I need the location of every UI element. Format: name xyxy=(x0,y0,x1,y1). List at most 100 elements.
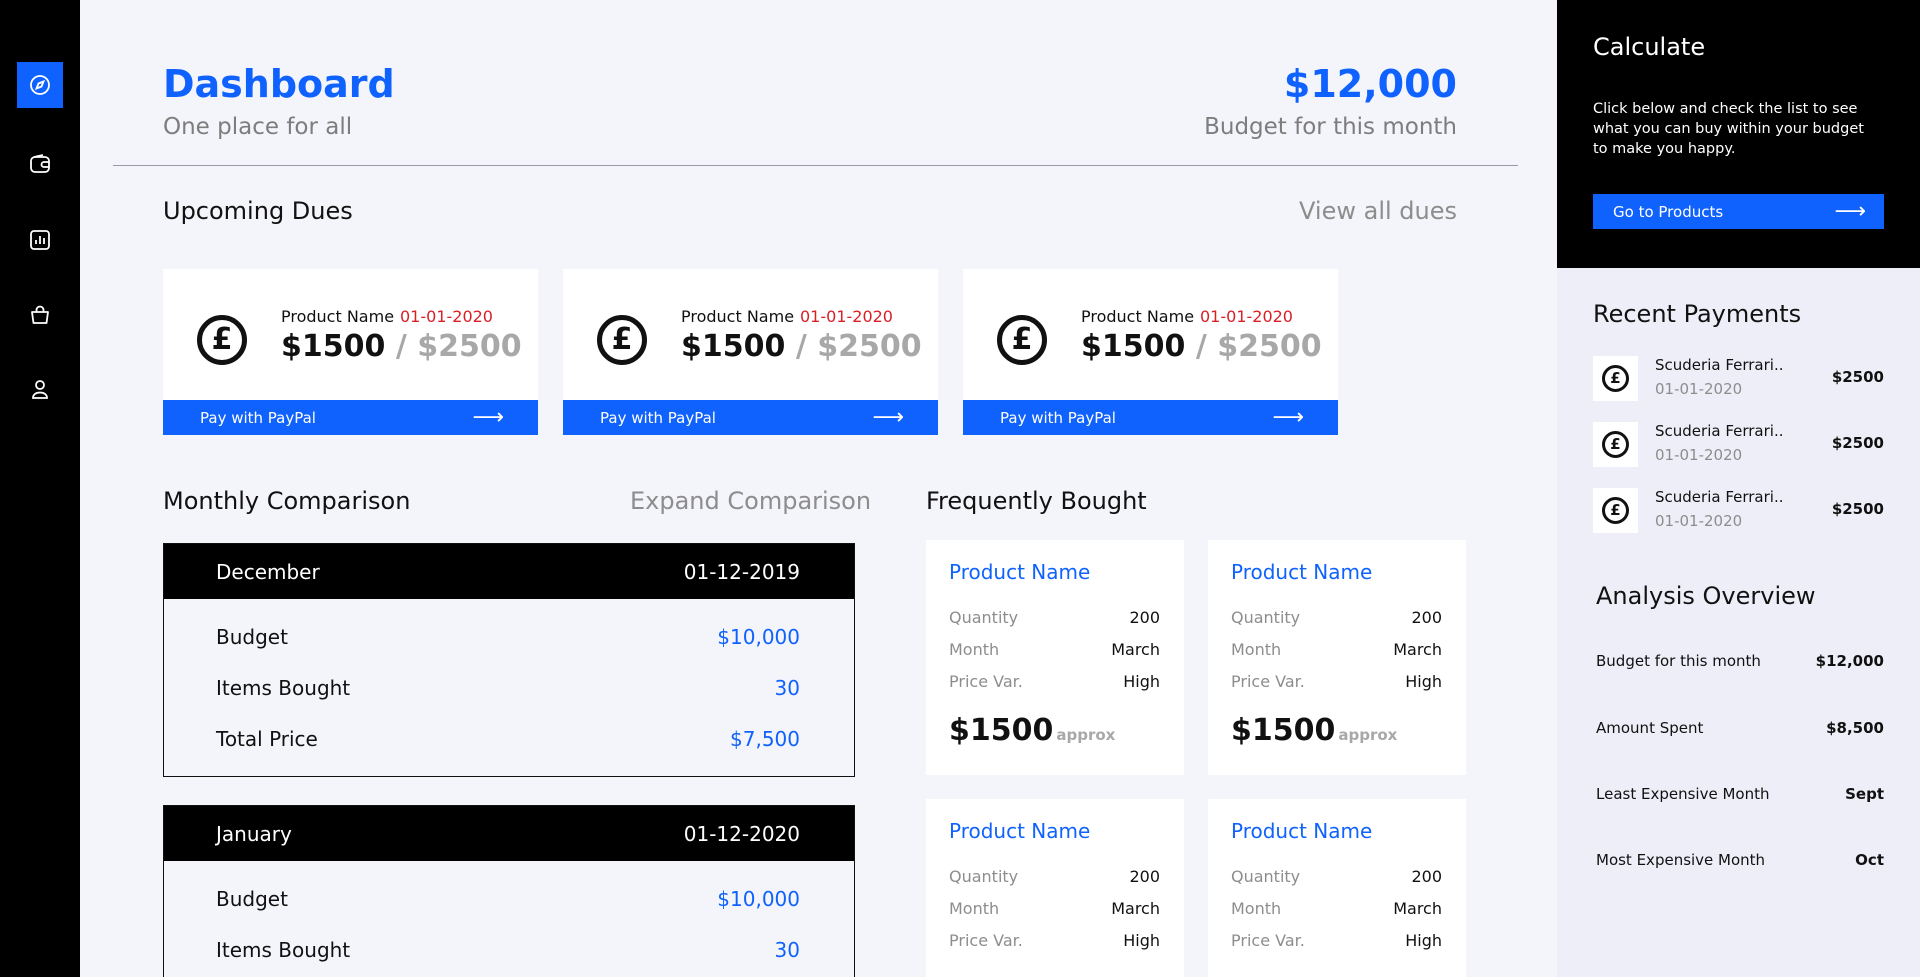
detail-label: Quantity xyxy=(949,608,1019,627)
row-value: 30 xyxy=(774,937,800,962)
analysis-value: $12,000 xyxy=(1815,652,1884,670)
list-item[interactable]: £ Scuderia Ferrari.. 01-01-2020 $2500 xyxy=(1593,422,1884,467)
detail-label: Month xyxy=(949,640,1000,659)
monthly-comparison-title: Monthly Comparison xyxy=(163,487,411,515)
nav-item-wallet[interactable] xyxy=(17,141,63,187)
due-total: $2500 xyxy=(1217,329,1322,364)
calculate-description: Click below and check the list to see wh… xyxy=(1593,101,1864,157)
detail-value: High xyxy=(1405,931,1442,950)
view-all-dues-link[interactable]: View all dues xyxy=(1299,197,1457,225)
analysis-overview-title: Analysis Overview xyxy=(1596,582,1816,610)
product-card[interactable]: Product Name Quantity 200 Month March Pric… xyxy=(1208,540,1466,775)
due-separator: / xyxy=(1195,329,1207,364)
product-detail-row: Month March xyxy=(949,640,1160,659)
pound-icon: £ xyxy=(197,315,247,365)
due-product-name: Product Name xyxy=(1081,307,1195,326)
detail-value: High xyxy=(1123,672,1160,691)
arrow-right-icon: ⟶ xyxy=(872,404,904,430)
pay-with-paypal-button[interactable]: Pay with PayPal ⟶ xyxy=(563,400,938,435)
payment-date: 01-01-2020 xyxy=(1655,512,1743,530)
due-product-name: Product Name xyxy=(281,307,395,326)
product-card[interactable]: Product Name Quantity 200 Month March Pric… xyxy=(926,799,1184,977)
comparison-header: December 01-12-2019 xyxy=(164,544,854,599)
nav-item-analytics[interactable] xyxy=(17,217,63,263)
price-approx: approx xyxy=(1056,726,1116,744)
analysis-row: Budget for this month $12,000 xyxy=(1596,652,1884,670)
due-amount: $1500 / $2500 xyxy=(281,329,522,364)
go-to-products-label: Go to Products xyxy=(1613,202,1724,221)
product-detail-row: Quantity 200 xyxy=(949,867,1160,886)
pay-with-paypal-button[interactable]: Pay with PayPal ⟶ xyxy=(163,400,538,435)
row-label: Budget xyxy=(216,886,288,911)
product-detail-row: Price Var. High xyxy=(949,931,1160,950)
due-amount: $1500 / $2500 xyxy=(681,329,922,364)
product-detail-row: Quantity 200 xyxy=(1231,867,1442,886)
due-date: 01-01-2020 xyxy=(800,307,893,326)
analysis-label: Most Expensive Month xyxy=(1596,851,1766,869)
detail-value: 200 xyxy=(1129,867,1160,886)
comparison-table: January 01-12-2020 Budget $10,000 Items B… xyxy=(163,805,855,977)
payment-name: Scuderia Ferrari.. xyxy=(1655,488,1784,506)
product-detail-row: Month March xyxy=(949,899,1160,918)
product-card[interactable]: Product Name Quantity 200 Month March Pric… xyxy=(926,540,1184,775)
right-panel: Calculate Click below and check the list… xyxy=(1557,0,1920,977)
table-row: Total Price $7,500 xyxy=(164,713,854,764)
list-item[interactable]: £ Scuderia Ferrari.. 01-01-2020 $2500 xyxy=(1593,488,1884,533)
detail-value: March xyxy=(1393,899,1442,918)
pay-button-label: Pay with PayPal xyxy=(1000,408,1116,427)
arrow-right-icon: ⟶ xyxy=(1272,404,1304,430)
product-price: $1500 approx xyxy=(1231,713,1397,748)
row-value: $10,000 xyxy=(717,886,800,911)
detail-label: Price Var. xyxy=(1231,672,1305,691)
comparison-month: January xyxy=(216,821,292,846)
monthly-budget-amount: $12,000 xyxy=(1283,62,1457,106)
product-detail-row: Month March xyxy=(1231,640,1442,659)
table-row: Items Bought 30 xyxy=(164,662,854,713)
row-label: Total Price xyxy=(216,726,318,751)
pound-icon: £ xyxy=(1602,497,1629,524)
payment-name: Scuderia Ferrari.. xyxy=(1655,356,1784,374)
product-name: Product Name xyxy=(1231,819,1373,843)
page-title: Dashboard xyxy=(163,62,395,106)
monthly-budget-label: Budget for this month xyxy=(1204,114,1457,140)
product-detail-row: Quantity 200 xyxy=(1231,608,1442,627)
go-to-products-button[interactable]: Go to Products ⟶ xyxy=(1593,194,1884,229)
due-total: $2500 xyxy=(417,329,522,364)
due-card: £ Product Name 01-01-2020 $1500 / $2500 … xyxy=(563,269,938,435)
detail-label: Quantity xyxy=(949,867,1019,886)
due-card: £ Product Name 01-01-2020 $1500 / $2500 … xyxy=(163,269,538,435)
due-paid: $1500 xyxy=(1081,329,1186,364)
comparison-table: December 01-12-2019 Budget $10,000 Items … xyxy=(163,543,855,777)
detail-label: Price Var. xyxy=(1231,931,1305,950)
pound-icon: £ xyxy=(1602,431,1629,458)
product-card[interactable]: Product Name Quantity 200 Month March Pric… xyxy=(1208,799,1466,977)
main-content: Dashboard One place for all $12,000 Budg… xyxy=(80,0,1557,977)
detail-label: Price Var. xyxy=(949,672,1023,691)
detail-value: March xyxy=(1393,640,1442,659)
product-detail-row: Quantity 200 xyxy=(949,608,1160,627)
payment-amount: $2500 xyxy=(1831,368,1884,386)
payment-date: 01-01-2020 xyxy=(1655,380,1743,398)
payment-icon-tile: £ xyxy=(1593,488,1638,533)
detail-value: March xyxy=(1111,899,1160,918)
pound-icon: £ xyxy=(597,315,647,365)
nav-item-shopping[interactable] xyxy=(17,292,63,338)
row-value: 30 xyxy=(774,675,800,700)
row-label: Budget xyxy=(216,624,288,649)
nav-item-explore[interactable] xyxy=(17,62,63,108)
due-paid: $1500 xyxy=(681,329,786,364)
payment-name: Scuderia Ferrari.. xyxy=(1655,422,1784,440)
pay-with-paypal-button[interactable]: Pay with PayPal ⟶ xyxy=(963,400,1338,435)
detail-label: Month xyxy=(949,899,1000,918)
due-total: $2500 xyxy=(817,329,922,364)
detail-value: 200 xyxy=(1129,608,1160,627)
list-item[interactable]: £ Scuderia Ferrari.. 01-01-2020 $2500 xyxy=(1593,356,1884,401)
expand-comparison-link[interactable]: Expand Comparison xyxy=(630,487,871,515)
user-icon xyxy=(32,380,48,399)
comparison-date: 01-12-2019 xyxy=(683,559,800,584)
sidebar-nav xyxy=(0,0,80,977)
analysis-value: $8,500 xyxy=(1826,719,1884,737)
detail-value: March xyxy=(1111,640,1160,659)
nav-item-profile[interactable] xyxy=(17,366,63,412)
detail-value: 200 xyxy=(1411,608,1442,627)
